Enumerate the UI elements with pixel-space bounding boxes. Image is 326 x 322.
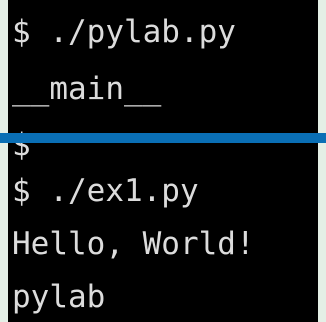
terminal-line: $ ./ex1.py [12, 173, 199, 209]
terminal-line: pylab [12, 279, 106, 315]
terminal-output: $ ./pylab.py __main__ $ $ ./ex1.py Hello… [0, 0, 318, 322]
terminal-line: Hello, World! [12, 226, 255, 262]
divider-line [0, 133, 326, 143]
window-frame-right [318, 0, 326, 322]
window-frame-left [0, 0, 8, 322]
terminal-line: __main__ [12, 71, 162, 107]
terminal-line: $ ./pylab.py [12, 14, 236, 50]
